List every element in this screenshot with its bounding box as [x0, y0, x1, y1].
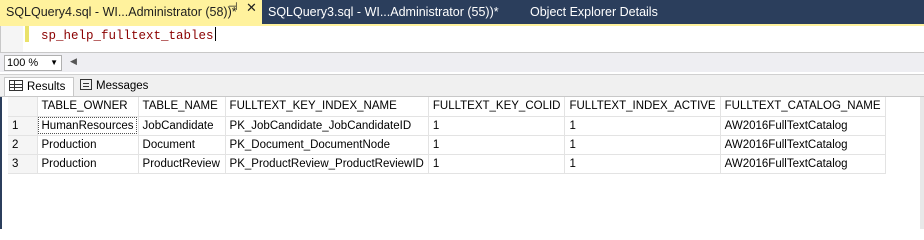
tab-sqlquery4-label: SQLQuery4.sql - WI...Administrator (58))…	[6, 5, 237, 19]
query-text[interactable]: sp_help_fulltext_tables	[41, 27, 216, 43]
table-cell[interactable]: 1	[564, 154, 721, 174]
table-cell[interactable]: 1	[564, 135, 721, 155]
results-grid[interactable]: TABLE_OWNER TABLE_NAME FULLTEXT_KEY_INDE…	[0, 96, 924, 229]
zoom-select[interactable]: 100 % ▼	[4, 55, 62, 71]
row-number[interactable]: 1	[8, 116, 38, 136]
table-cell[interactable]: AW2016FullTextCatalog	[720, 116, 886, 136]
column-header[interactable]: FULLTEXT_CATALOG_NAME	[720, 97, 886, 117]
pin-icon[interactable]: ⊣	[228, 0, 238, 13]
table-row[interactable]: 2 Production Document PK_Document_Docume…	[8, 135, 886, 155]
tab-sqlquery3[interactable]: SQLQuery3.sql - WI...Administrator (55))…	[262, 0, 524, 24]
column-header[interactable]: FULLTEXT_KEY_COLID	[428, 97, 566, 117]
tab-sqlquery4[interactable]: SQLQuery4.sql - WI...Administrator (58))…	[0, 0, 262, 24]
grid-left-border	[0, 97, 2, 229]
zoom-bar: 100 % ▼ ◀	[0, 52, 924, 72]
table-row[interactable]: 1 HumanResources JobCandidate PK_JobCand…	[8, 116, 886, 136]
table-cell[interactable]: JobCandidate	[138, 116, 226, 136]
query-editor[interactable]: sp_help_fulltext_tables	[0, 26, 924, 52]
table-cell[interactable]: PK_ProductReview_ProductReviewID	[225, 154, 429, 174]
results-grid-icon	[9, 80, 23, 91]
editor-margin	[1, 26, 23, 52]
column-header[interactable]: FULLTEXT_KEY_INDEX_NAME	[225, 97, 429, 117]
dropdown-arrow-icon[interactable]: ▼	[50, 56, 58, 70]
table-cell[interactable]: 1	[428, 116, 566, 136]
tab-object-explorer-details[interactable]: Object Explorer Details	[524, 0, 704, 24]
tab-sqlquery3-label: SQLQuery3.sql - WI...Administrator (55))…	[268, 5, 499, 19]
table-cell[interactable]: ProductReview	[138, 154, 226, 174]
tab-messages[interactable]: Messages	[76, 77, 154, 97]
table-cell[interactable]: Production	[37, 154, 139, 174]
table-cell[interactable]: AW2016FullTextCatalog	[720, 154, 886, 174]
table-cell[interactable]: Document	[138, 135, 226, 155]
messages-icon	[80, 79, 92, 90]
table-cell[interactable]: 1	[428, 154, 566, 174]
change-indicator	[25, 26, 29, 42]
result-tabs: Results Messages	[0, 74, 924, 97]
table-cell[interactable]: 1	[564, 116, 721, 136]
tab-results[interactable]: Results	[4, 77, 74, 97]
tab-results-label: Results	[27, 81, 66, 93]
header-row: TABLE_OWNER TABLE_NAME FULLTEXT_KEY_INDE…	[8, 97, 886, 117]
tab-messages-label: Messages	[96, 80, 149, 92]
table-cell[interactable]: 1	[428, 135, 566, 155]
text-caret	[214, 27, 216, 41]
row-number[interactable]: 3	[8, 154, 38, 174]
table-cell[interactable]: PK_Document_DocumentNode	[225, 135, 429, 155]
row-number[interactable]: 2	[8, 135, 38, 155]
table-cell[interactable]: PK_JobCandidate_JobCandidateID	[225, 116, 429, 136]
zoom-value: 100 %	[7, 57, 39, 69]
table-cell[interactable]: HumanResources	[37, 116, 139, 136]
corner-cell[interactable]	[8, 97, 38, 117]
tab-object-explorer-details-label: Object Explorer Details	[530, 5, 658, 19]
table-cell[interactable]: AW2016FullTextCatalog	[720, 135, 886, 155]
column-header[interactable]: TABLE_NAME	[138, 97, 226, 117]
table-row[interactable]: 3 Production ProductReview PK_ProductRev…	[8, 154, 886, 174]
scroll-left-icon[interactable]: ◀	[70, 56, 77, 67]
table-cell[interactable]: Production	[37, 135, 139, 155]
document-tab-strip: SQLQuery4.sql - WI...Administrator (58))…	[0, 0, 924, 24]
grid-right-border	[920, 97, 924, 229]
column-header[interactable]: TABLE_OWNER	[37, 97, 139, 117]
results-table[interactable]: TABLE_OWNER TABLE_NAME FULLTEXT_KEY_INDE…	[8, 97, 886, 174]
column-header[interactable]: FULLTEXT_INDEX_ACTIVE	[564, 97, 721, 117]
close-icon[interactable]: ✕	[246, 0, 257, 16]
